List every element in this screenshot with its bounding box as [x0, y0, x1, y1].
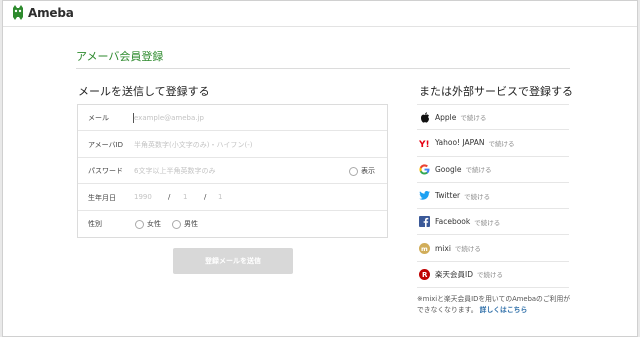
service-name: 楽天会員ID	[435, 269, 473, 279]
service-facebook[interactable]: Facebook で続ける	[417, 209, 569, 236]
email-section-heading: メールを送信して登録する	[78, 85, 210, 98]
send-registration-email-button[interactable]: 登録メールを送信	[173, 248, 293, 274]
form-row-ameba-id: アメーバID	[78, 132, 387, 158]
page-title: アメーバ会員登録	[76, 50, 164, 63]
continue-suffix: で続ける	[474, 218, 501, 227]
browser-frame: Ameba アメーバ会員登録 メールを送信して登録する または外部サービスで登録…	[2, 0, 638, 337]
birthdate-label: 生年月日	[88, 193, 116, 202]
service-apple[interactable]: Apple で続ける	[417, 104, 569, 131]
show-password-toggle[interactable]: 表示	[349, 166, 375, 176]
svg-text:Y!: Y!	[419, 140, 430, 148]
continue-suffix: で続ける	[477, 271, 503, 280]
female-label: 女性	[147, 220, 161, 228]
service-notice: ※mixiと楽天会員IDを用いてのAmebaのご利用ができなくなります。 詳しく…	[417, 294, 573, 316]
details-link[interactable]: 詳しくはこちら	[480, 306, 528, 314]
ameba-id-field[interactable]	[134, 135, 384, 154]
form-row-password: パスワード 表示	[78, 158, 387, 184]
password-field[interactable]	[134, 162, 334, 180]
facebook-icon	[419, 216, 430, 228]
rakuten-icon: R	[419, 268, 430, 280]
twitter-icon	[419, 190, 430, 201]
service-twitter[interactable]: Twitter で続ける	[417, 183, 569, 210]
service-name: Apple	[435, 112, 457, 122]
service-name: Facebook	[435, 217, 471, 227]
external-service-list: Apple で続ける Y! Yahoo! JAPAN で続ける Google で…	[417, 104, 569, 289]
google-icon	[419, 164, 430, 175]
apple-icon	[419, 111, 430, 123]
email-label: メール	[88, 114, 109, 122]
birth-day-field[interactable]: 1	[218, 193, 222, 201]
continue-suffix: で続ける	[454, 245, 481, 254]
service-name: Google	[435, 164, 462, 174]
show-password-label: 表示	[361, 167, 375, 175]
site-header: Ameba	[3, 1, 637, 27]
birth-year-field[interactable]: 1990	[134, 193, 152, 201]
ameba-mascot-icon	[13, 5, 23, 20]
ameba-logo[interactable]: Ameba	[11, 5, 74, 21]
service-rakuten[interactable]: R 楽天会員ID で続ける	[417, 262, 569, 289]
gender-option-female[interactable]: 女性	[135, 219, 161, 229]
male-label: 男性	[184, 220, 198, 228]
form-row-birthdate: 生年月日 1990 / 1 / 1	[78, 185, 387, 211]
birth-month-field[interactable]: 1	[183, 193, 187, 201]
service-mixi[interactable]: m mixi で続ける	[417, 235, 569, 262]
male-radio[interactable]	[172, 219, 181, 229]
gender-option-male[interactable]: 男性	[172, 219, 198, 229]
female-radio[interactable]	[135, 219, 144, 229]
ameba-id-label: アメーバID	[88, 140, 124, 149]
service-name: Twitter	[435, 191, 461, 201]
registration-form: メール アメーバID パスワード 表示 生年月日 1990 / 1 / 1 性別	[77, 104, 388, 238]
mixi-icon: m	[419, 242, 430, 254]
show-password-checkbox[interactable]	[349, 166, 358, 176]
service-google[interactable]: Google で続ける	[417, 157, 569, 183]
continue-suffix: で続ける	[464, 192, 491, 201]
continue-suffix: で続ける	[465, 166, 492, 175]
title-divider	[76, 68, 570, 69]
yahoo-icon: Y!	[419, 137, 430, 148]
external-section-heading: または外部サービスで登録する	[419, 85, 573, 98]
date-separator: /	[168, 192, 171, 201]
continue-suffix: で続ける	[460, 114, 487, 123]
form-row-gender: 性別 女性 男性	[78, 211, 387, 237]
service-name: mixi	[435, 243, 451, 253]
service-yahoo[interactable]: Y! Yahoo! JAPAN で続ける	[417, 130, 569, 157]
date-separator: /	[204, 192, 207, 201]
form-row-email: メール	[78, 105, 387, 131]
svg-text:R: R	[422, 271, 428, 279]
gender-label: 性別	[88, 220, 102, 228]
service-name: Yahoo! JAPAN	[435, 138, 485, 148]
continue-suffix: で続ける	[488, 139, 515, 148]
email-field[interactable]	[134, 109, 384, 127]
logo-text: Ameba	[28, 6, 74, 20]
svg-text:m: m	[421, 245, 428, 253]
password-label: パスワード	[88, 167, 123, 175]
